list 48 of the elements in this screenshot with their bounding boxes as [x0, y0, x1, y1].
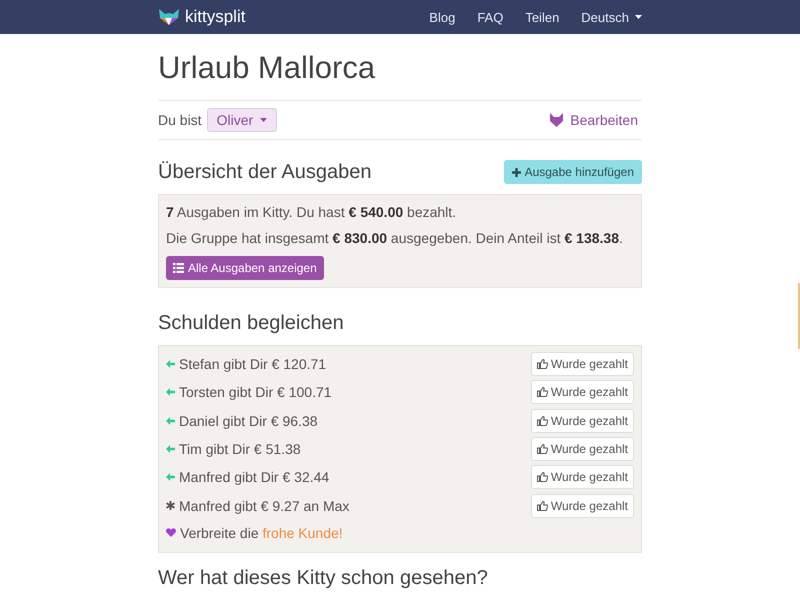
identity-label: Du bist [158, 112, 202, 128]
heart-icon [166, 528, 176, 538]
debt-text: Stefan gibt Dir € 120.71 [179, 356, 326, 372]
section-heading: Übersicht der Ausgaben [158, 160, 372, 184]
nav-link[interactable]: Blog [429, 10, 456, 24]
nav-link[interactable]: FAQ [477, 10, 504, 24]
logo-icon [158, 8, 180, 26]
summary-text: Die Gruppe hat insgesamt € 830.00 ausgegeben. Dein Anteil ist € 138.38. [166, 230, 624, 246]
debt-text: Daniel gibt Dir € 96.38 [179, 412, 318, 429]
left-arrow-icon [166, 445, 175, 454]
section-heading: Schulden begleichen [158, 312, 344, 335]
summary-text: 7 Ausgaben im Kitty. Du hast € 540.00 bezahlt. [166, 204, 458, 220]
mark-paid-button[interactable]: Wurde gezahlt [530, 494, 634, 518]
thumbs-up-icon [536, 359, 548, 370]
left-arrow-icon [166, 473, 175, 482]
edit-link[interactable]: Bearbeiten [549, 112, 638, 128]
person-dropdown[interactable]: Oliver [206, 108, 278, 132]
mark-paid-button[interactable]: Wurde gezahlt [530, 352, 634, 376]
plus-icon [512, 168, 521, 176]
left-arrow-icon [166, 360, 175, 368]
show-expenses-button[interactable]: Alle Ausgaben anzeigen [166, 256, 324, 280]
mark-paid-button[interactable]: Wurde gezahlt [530, 408, 634, 433]
language-dropdown[interactable]: Deutsch [581, 10, 642, 24]
mark-paid-button[interactable]: Wurde gezahlt [530, 437, 634, 462]
add-expense-button[interactable]: Ausgabe hinzufügen [504, 160, 642, 184]
thumbs-up-icon [536, 500, 548, 511]
brand-link[interactable]: kittysplit [158, 7, 246, 27]
share-text: Verbreite die frohe Kunde! [180, 524, 343, 541]
caret-icon [635, 15, 642, 19]
left-arrow-icon [166, 416, 175, 425]
page-title: Urlaub Mallorca [158, 50, 376, 86]
section-heading: Wer hat dieses Kitty schon gesehen? [158, 566, 488, 590]
debt-text: Manfred gibt Dir € 32.44 [179, 469, 330, 486]
thumbs-up-icon [536, 472, 548, 482]
list-icon [173, 263, 184, 273]
cat-icon [549, 113, 564, 127]
mark-paid-button[interactable]: Wurde gezahlt [530, 465, 634, 490]
asterisk-icon [166, 501, 175, 510]
left-arrow-icon [166, 388, 175, 396]
debt-text: Manfred gibt € 9.27 an Max [179, 498, 350, 514]
thumbs-up-icon [536, 387, 548, 398]
caret-icon [260, 118, 268, 122]
debt-text: Torsten gibt Dir € 100.71 [179, 384, 332, 400]
thumbs-up-icon [536, 444, 548, 454]
thumbs-up-icon [536, 416, 548, 426]
debt-text: Tim gibt Dir € 51.38 [179, 441, 301, 458]
mark-paid-button[interactable]: Wurde gezahlt [530, 380, 634, 404]
nav-link[interactable]: Teilen [525, 10, 560, 24]
